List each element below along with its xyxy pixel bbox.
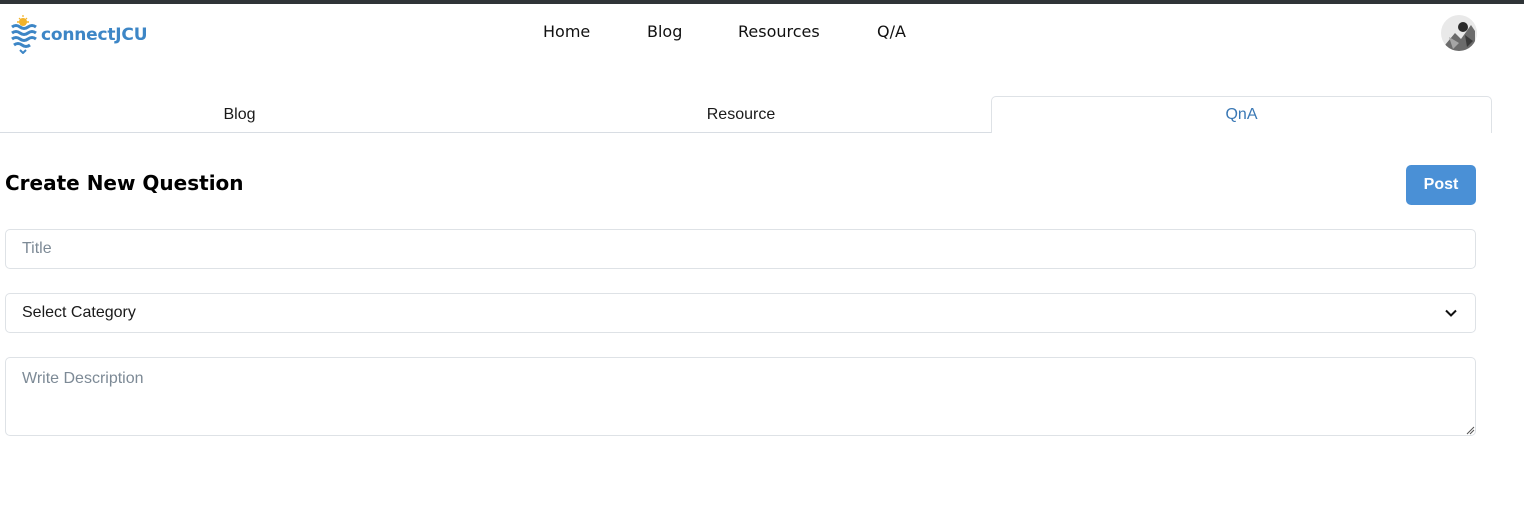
brand-name: connectJCU xyxy=(41,25,148,45)
brand-logo[interactable]: connectJCU xyxy=(10,12,148,54)
avatar-image xyxy=(1441,15,1477,51)
avatar[interactable] xyxy=(1441,15,1477,51)
nav-qa[interactable]: Q/A xyxy=(877,22,906,41)
description-textarea[interactable] xyxy=(5,357,1476,436)
tab-blog[interactable]: Blog xyxy=(0,96,479,133)
page-title: Create New Question xyxy=(5,171,244,195)
chevron-down-icon xyxy=(1445,309,1457,317)
category-select-value: Select Category xyxy=(22,304,136,321)
logo-waves-icon xyxy=(11,15,37,54)
nav-home[interactable]: Home xyxy=(543,22,590,41)
post-button[interactable]: Post xyxy=(1406,165,1476,205)
tab-resource[interactable]: Resource xyxy=(496,96,986,133)
nav-resources[interactable]: Resources xyxy=(738,22,820,41)
resize-handle-icon[interactable] xyxy=(1466,426,1475,435)
nav-blog[interactable]: Blog xyxy=(647,22,682,41)
top-border xyxy=(0,0,1524,4)
tab-qna[interactable]: QnA xyxy=(991,96,1492,133)
content-type-tabs: Blog Resource QnA xyxy=(0,96,1492,133)
title-input[interactable] xyxy=(5,229,1476,269)
category-select[interactable]: Select Category xyxy=(5,293,1476,333)
